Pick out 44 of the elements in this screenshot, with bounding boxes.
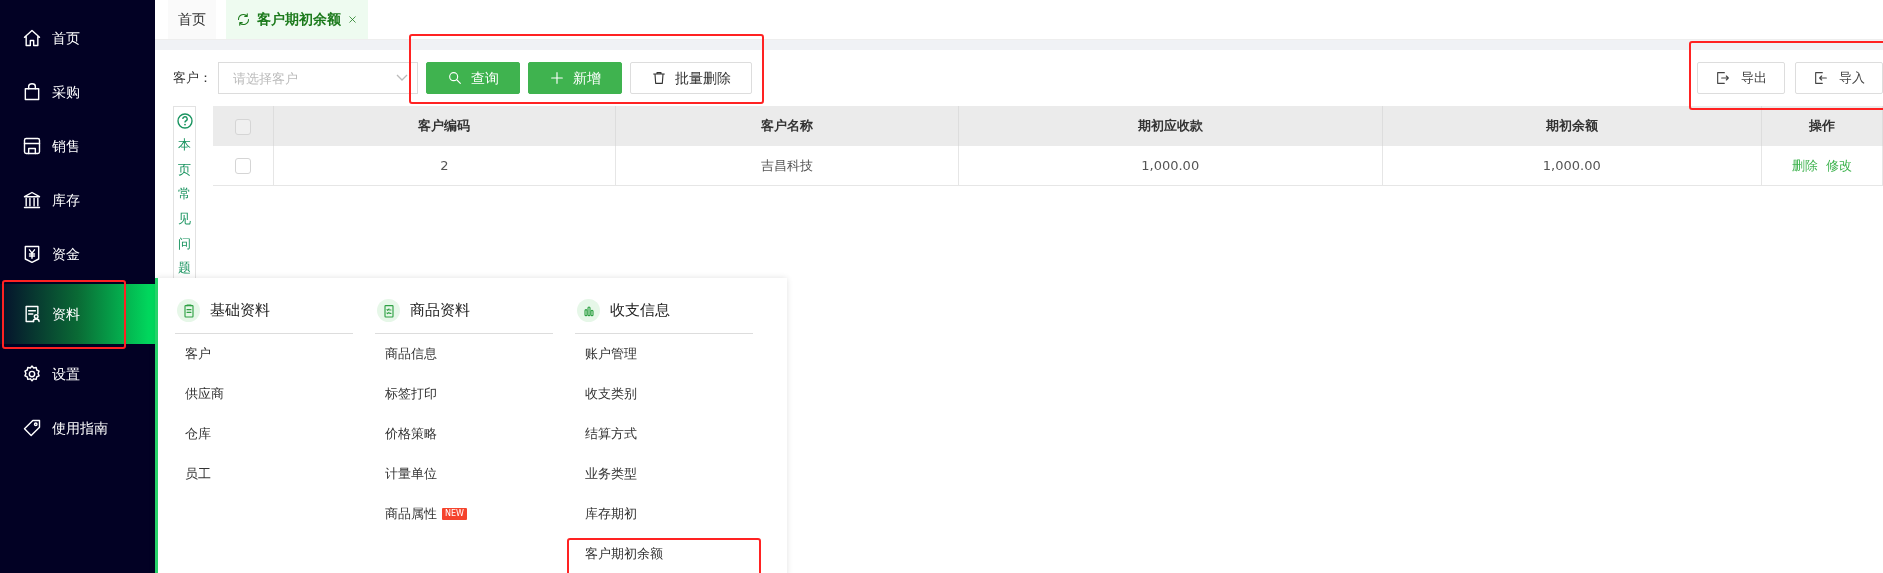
menu-item[interactable]: 供应商 [175,374,353,414]
sidebar-item[interactable]: 销售 [0,119,155,173]
menu-item[interactable]: 标签打印 [375,374,553,414]
column-header: 期初余额 [1382,106,1762,146]
table-cell: 2 [273,146,616,185]
customer-select[interactable]: 请选择客户 [218,62,418,94]
filter-label: 客户： [173,69,213,88]
toolbar-button[interactable]: 导出 [1697,62,1785,94]
menu-item[interactable]: 库存期初 [575,494,753,534]
sidebar-item[interactable]: 设置 [0,347,155,401]
table-cell: 吉昌科技 [615,146,959,185]
column-header: 客户编码 [273,106,616,146]
action-button[interactable]: 批量删除 [630,62,752,94]
menu-item[interactable]: 收支类别 [575,374,753,414]
table-cell: 1,000.00 [958,146,1383,185]
menu-group-title: 商品资料 [410,300,470,322]
menu-item[interactable]: 客户期初余额 [575,534,753,573]
menu-item[interactable]: 客户 [175,334,353,374]
menu-item[interactable]: 计量单位 [375,454,553,494]
menu-item[interactable]: 员工 [175,454,353,494]
menu-item[interactable]: 业务类型 [575,454,753,494]
column-header: 操作 [1761,106,1883,146]
sidebar-item[interactable]: 使用指南 [0,401,155,455]
column-header: 期初应收款 [958,106,1383,146]
column-header: 客户名称 [615,106,959,146]
toolbar-button[interactable]: 导入 [1795,62,1883,94]
menu-group-title: 收支信息 [610,300,670,322]
tab[interactable]: 首页 [168,0,216,39]
sidebar-item[interactable]: 库存 [0,173,155,227]
sidebar-item[interactable]: 资金 [0,227,155,281]
menu-group-title: 基础资料 [210,300,270,322]
menu-item[interactable]: 价格策略 [375,414,553,454]
table-cell: 1,000.00 [1382,146,1762,185]
help-text[interactable]: 本页常见问题 [178,133,191,282]
new-badge: NEW [442,508,467,520]
menu-item[interactable]: 账户管理 [575,334,753,374]
sidebar-item[interactable]: 资料 [0,284,155,344]
sidebar-item[interactable]: 采购 [0,65,155,119]
sidebar-item[interactable]: 首页 [0,11,155,65]
menu-item[interactable]: 商品信息 [375,334,553,374]
tab[interactable]: 客户期初余额 [226,0,368,39]
menu-item[interactable]: 结算方式 [575,414,753,454]
menu-item[interactable]: 商品属性 NEW [375,494,553,534]
menu-item[interactable]: 仓库 [175,414,353,454]
